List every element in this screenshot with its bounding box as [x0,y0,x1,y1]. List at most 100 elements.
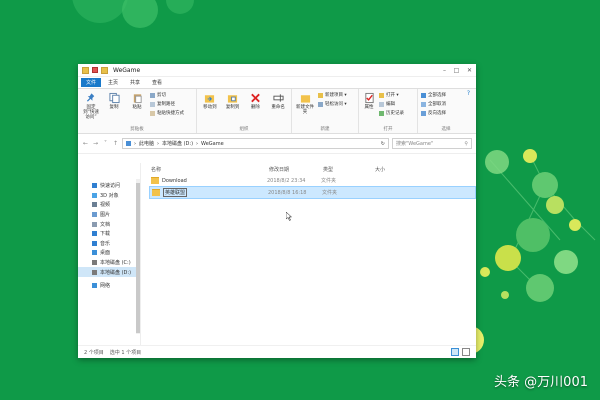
copy-to-button[interactable]: 复制到 [223,92,243,111]
column-header-date[interactable]: 修改日期 [269,166,323,173]
main-area: 快速访问 3D 对象 视频 图片 文档 下载 音乐 桌面 本地磁盘 (C:) 本… [78,163,476,346]
copy-path-button[interactable]: 复制路径 [150,101,184,107]
tab-share[interactable]: 共享 [125,78,145,87]
breadcrumb-wegame[interactable]: WeGame [201,141,224,147]
invert-selection-icon [421,110,426,116]
group-select: 全部选择 全部取消 反向选择 选择 [418,89,474,133]
tab-file[interactable]: 文件 [81,78,102,87]
properties-check-icon [364,92,374,104]
nav-item-music[interactable]: 音乐 [78,239,140,249]
new-item-button[interactable]: 新建项目 ▾ [318,92,347,98]
breadcrumb-drive-d[interactable]: 本地磁盘 (D:) [162,140,193,147]
nav-scrollbar-thumb[interactable] [136,183,140,333]
drive-icon [92,269,97,275]
folder-icon [151,177,159,184]
table-row[interactable]: Download 2018/8/2 23:34 文件夹 [149,175,474,186]
nav-item-drive-d[interactable]: 本地磁盘 (D:) [78,267,140,277]
cut-button[interactable]: 剪切 [150,92,184,98]
move-folder-icon [205,95,215,103]
open-button[interactable]: 打开 ▾ [379,92,404,98]
delete-button[interactable]: 删除 [246,92,266,111]
new-item-icon [318,92,323,98]
search-icon: ⚲ [464,140,468,147]
new-small-actions: 新建项目 ▾ 轻松访问 ▾ [318,92,347,107]
paste-shortcut-button[interactable]: 粘贴快捷方式 [150,110,184,116]
table-row-selected[interactable]: 英雄联盟 2018/8/8 16:18 文件夹 [149,186,476,199]
pin-button[interactable]: 固定到“快速访问” [81,92,101,121]
refresh-icon[interactable]: ↻ [381,141,385,147]
ribbon: 固定到“快速访问” 复制 粘贴 剪切 复制路径 粘贴快捷方式 剪贴板 移动到 复… [78,88,476,134]
search-input[interactable]: 搜索"WeGame" ⚲ [392,138,472,149]
window-title: WeGame [113,66,141,74]
nav-label: 图片 [100,212,111,219]
file-date: 2018/8/8 16:18 [268,189,307,196]
breadcrumb-this-pc[interactable]: 此电脑 [139,140,154,147]
paste-icon [133,94,142,104]
easy-access-button[interactable]: 轻松访问 ▾ [318,101,347,107]
select-all-icon [421,92,426,98]
paste-button[interactable]: 粘贴 [127,92,147,111]
history-button[interactable]: 历史记录 [379,110,404,116]
breadcrumb-separator: › [134,140,136,147]
nav-item-documents[interactable]: 文档 [78,219,140,229]
quick-access-toolbar-icon[interactable] [92,67,98,73]
properties-label: 属性 [364,105,374,110]
nav-item-quick-access[interactable]: 快速访问 [78,181,140,191]
column-header-name[interactable]: 名称 [141,166,269,173]
rename-label: 重命名 [271,105,285,110]
nav-item-network[interactable]: 网络 [78,281,140,291]
rename-icon [273,94,284,102]
desktop-icon [92,250,97,256]
large-icons-view-icon[interactable] [462,348,470,356]
nav-label: 下载 [100,231,111,238]
tab-home[interactable]: 主页 [103,78,123,87]
select-none-button[interactable]: 全部取消 [421,101,446,107]
view-toggle [451,348,470,356]
maximize-button[interactable]: □ [454,67,460,74]
select-all-button[interactable]: 全部选择 [421,92,446,98]
nav-item-videos[interactable]: 视频 [78,200,140,210]
group-label-clipboard: 剪贴板 [130,127,144,132]
close-button[interactable]: ✕ [467,67,472,74]
edit-icon [379,101,384,107]
new-folder-button[interactable]: 新建文件夹 [295,92,315,116]
recent-dropdown-icon[interactable]: ˅ [102,140,109,147]
nav-item-3d-objects[interactable]: 3D 对象 [78,191,140,201]
up-arrow-icon[interactable]: ↑ [112,140,119,147]
select-none-icon [421,101,426,107]
easy-access-label: 轻松访问 ▾ [325,102,347,107]
nav-item-desktop[interactable]: 桌面 [78,248,140,258]
new-item-label: 新建项目 ▾ [325,93,347,98]
back-arrow-icon[interactable]: ← [82,140,89,147]
nav-item-drive-c[interactable]: 本地磁盘 (C:) [78,258,140,268]
details-view-icon[interactable] [451,348,459,356]
window-controls[interactable]: – □ ✕ [443,67,472,74]
properties-button[interactable]: 属性 [362,92,376,111]
column-header-size[interactable]: 大小 [375,166,415,173]
nav-item-pictures[interactable]: 图片 [78,210,140,220]
invert-selection-label: 反向选择 [428,111,446,116]
paste-label: 粘贴 [132,105,142,110]
nav-label: 本地磁盘 (D:) [100,269,132,276]
copy-to-label: 复制到 [225,105,240,110]
group-label-organize: 组织 [239,127,249,132]
move-to-button[interactable]: 移动到 [200,92,220,111]
file-name: Download [162,177,187,184]
minimize-button[interactable]: – [443,67,446,74]
tab-view[interactable]: 查看 [147,78,167,87]
invert-selection-button[interactable]: 反向选择 [421,110,446,116]
nav-scrollbar[interactable] [136,179,140,334]
folder-icon [82,66,89,74]
nav-item-downloads[interactable]: 下载 [78,229,140,239]
forward-arrow-icon[interactable]: → [92,140,99,147]
column-header-type[interactable]: 类型 [323,166,375,173]
select-small-actions: 全部选择 全部取消 反向选择 [421,92,446,116]
copy-folder-icon [228,95,238,103]
copy-label: 复制 [109,105,119,110]
group-new: 新建文件夹 新建项目 ▾ 轻松访问 ▾ 新建 [292,89,359,133]
rename-button[interactable]: 重命名 [268,92,288,111]
address-bar[interactable]: › 此电脑 › 本地磁盘 (D:) › WeGame ↻ [122,138,389,149]
copy-path-label: 复制路径 [157,102,175,107]
edit-button[interactable]: 编辑 [379,101,404,107]
copy-button[interactable]: 复制 [104,92,124,111]
